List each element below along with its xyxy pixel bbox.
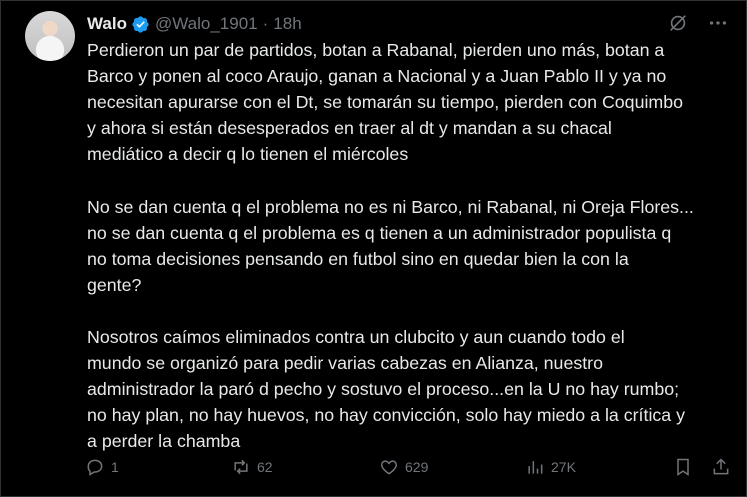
tweet-text: Perdieron un par de partidos, botan a Ra… xyxy=(87,37,734,481)
repost-icon xyxy=(234,459,248,475)
like-count: 629 xyxy=(405,459,429,475)
tweet-card[interactable]: Walo @Walo_1901 · 18h Perdieron un par d… xyxy=(0,0,747,497)
share-button[interactable] xyxy=(711,455,731,479)
share-icon xyxy=(713,458,729,475)
tweet-paragraph: No se dan cuenta q el problema no es ni … xyxy=(87,196,694,295)
views-button[interactable]: 27K xyxy=(525,455,576,479)
like-button[interactable]: 629 xyxy=(379,455,428,479)
reply-button[interactable]: 1 xyxy=(85,455,119,479)
bookmark-button[interactable] xyxy=(673,455,693,479)
reply-icon xyxy=(87,459,103,476)
views-icon xyxy=(528,461,543,474)
verified-badge-icon xyxy=(131,15,150,34)
more-icon[interactable] xyxy=(707,12,729,34)
tweet-paragraph: Nosotros caímos eliminados contra un clu… xyxy=(87,327,685,452)
views-count: 27K xyxy=(551,459,576,475)
top-actions xyxy=(667,12,729,34)
separator-dot: · xyxy=(262,14,269,33)
action-bar: 1 62 629 27K xyxy=(85,455,745,479)
like-icon xyxy=(380,460,398,475)
author-handle[interactable]: @Walo_1901 xyxy=(155,14,258,34)
author-name[interactable]: Walo xyxy=(87,14,127,34)
timestamp[interactable]: 18h xyxy=(273,14,301,34)
reply-count: 1 xyxy=(111,459,119,475)
avatar[interactable] xyxy=(25,11,75,61)
repost-count: 62 xyxy=(257,459,273,475)
bookmark-icon xyxy=(677,458,689,476)
tweet-paragraph: Perdieron un par de partidos, botan a Ra… xyxy=(87,40,684,165)
grok-icon[interactable] xyxy=(667,12,689,34)
repost-button[interactable]: 62 xyxy=(231,455,273,479)
tweet-header: Walo @Walo_1901 · 18h xyxy=(87,12,302,36)
